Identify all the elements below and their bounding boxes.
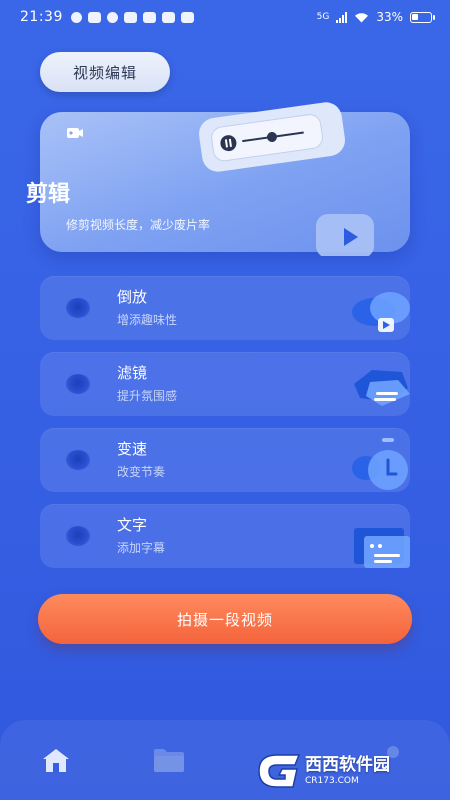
message-icon [106,11,118,23]
timer-icon [352,438,408,490]
feature-speed-card[interactable]: 变速 改变节奏 [40,428,410,492]
app-notification-icon [87,11,101,23]
hero-subtitle: 修剪视频长度，减少废片率 [66,218,211,232]
feature-text-card[interactable]: 文字 添加字幕 [40,504,410,568]
status-left: 21:39 [20,9,194,25]
status-right: 5G 33% [316,10,435,24]
nav-home[interactable] [40,746,72,778]
app-notification-icon [161,11,175,23]
feature-bullet-icon [66,374,90,394]
watermark-url: CR173.COM [305,775,359,786]
cloud-play-icon [352,292,410,332]
notification-icons [70,11,194,23]
feature-title: 倒放 [117,288,148,306]
play-icon [316,210,390,260]
feature-bullet-icon [66,298,90,318]
battery-level [412,13,418,20]
shoot-video-label: 拍摄一段视频 [176,610,273,629]
filter-layers-icon [354,370,410,406]
feature-subtitle: 增添趣味性 [117,313,178,327]
feature-title: 滤镜 [117,364,148,382]
app-notification-icon [123,11,137,23]
watermark-name: 西西软件园 [305,754,390,775]
feature-filter-card[interactable]: 滤镜 提升氛围感 [40,352,410,416]
feature-bullet-icon [66,450,90,470]
home-icon [43,749,69,772]
wifi-icon [355,12,369,22]
feature-title: 变速 [117,440,148,458]
feature-bullet-icon [66,526,90,546]
battery-percent: 33% [376,10,403,24]
feature-subtitle: 改变节奏 [117,465,166,479]
feature-title: 文字 [117,516,148,534]
status-time: 21:39 [20,9,63,25]
feature-reverse-card[interactable]: 倒放 增添趣味性 [40,276,410,340]
signal-icon [336,11,348,23]
battery-icon [410,11,435,23]
shoot-video-button[interactable]: 拍摄一段视频 [38,594,412,644]
nav-files[interactable] [152,746,186,778]
feature-subtitle: 提升氛围感 [117,389,178,403]
app-notification-icon [180,11,194,23]
weibo-icon [70,11,82,23]
app-notification-icon [142,11,156,23]
page-title-pill[interactable]: 视频编辑 [40,52,170,92]
camera-icon [67,128,83,138]
feature-subtitle: 添加字幕 [117,541,166,555]
hero-title: 剪辑 [26,182,71,207]
watermark-badge-icon [258,754,301,788]
watermark-text: 西西软件园 CR173.COM [305,754,390,786]
network-label: 5G [316,12,330,22]
watermark-logo: 西西软件园 CR173.COM [255,748,435,794]
page-title: 视频编辑 [72,63,137,82]
subtitle-icon [354,528,410,568]
status-bar: 21:39 5G 33% [0,0,450,34]
folder-icon [154,749,184,772]
